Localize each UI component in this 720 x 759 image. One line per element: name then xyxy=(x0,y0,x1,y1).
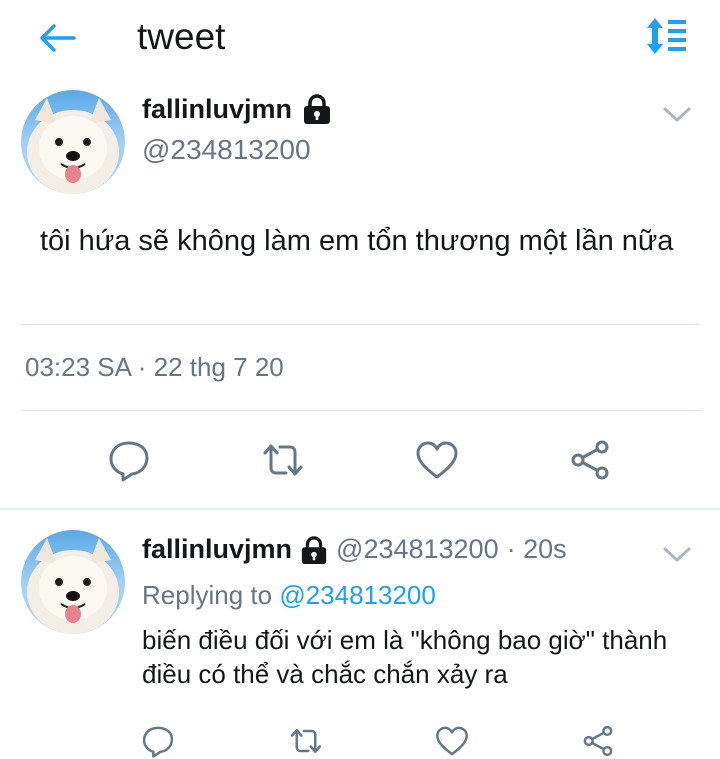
arrow-left-icon xyxy=(40,24,76,52)
handle: @234813200 xyxy=(336,534,499,564)
reply-icon xyxy=(142,726,174,758)
chevron-down-icon[interactable] xyxy=(662,104,692,124)
replying-to-line: Replying to @234813200 xyxy=(142,580,436,611)
top-app-bar: tweet xyxy=(0,0,720,80)
share-button[interactable] xyxy=(565,435,615,485)
divider xyxy=(21,410,700,411)
retweet-button[interactable] xyxy=(281,716,331,759)
replying-to-label: Replying to xyxy=(142,580,273,610)
like-button[interactable] xyxy=(412,435,462,485)
retweet-icon xyxy=(290,728,322,754)
display-name[interactable]: fallinluvjmn xyxy=(142,534,292,565)
author-row: fallinluvjmn xyxy=(142,93,332,125)
retweet-icon xyxy=(263,444,303,476)
back-button[interactable] xyxy=(36,20,78,56)
page-title: tweet xyxy=(137,16,226,57)
display-name[interactable]: fallinluvjmn xyxy=(142,94,292,125)
share-button[interactable] xyxy=(573,716,623,759)
samoyed-dog-avatar xyxy=(21,90,125,194)
reply-button[interactable] xyxy=(104,435,154,485)
reply-button[interactable] xyxy=(133,716,183,759)
heart-icon xyxy=(436,726,468,756)
tweet-text: biến điều đối với em là "không bao giờ" … xyxy=(142,625,668,689)
sort-button[interactable] xyxy=(644,16,690,56)
reply-author-row: fallinluvjmn @234813200 · 20s xyxy=(142,534,567,565)
tweet-timestamp: 03:23 SA · 22 thg 7 20 xyxy=(25,352,284,382)
share-icon xyxy=(571,440,609,480)
sort-lines-icon xyxy=(647,18,686,54)
avatar[interactable] xyxy=(21,90,125,194)
heart-icon xyxy=(416,441,458,479)
share-icon xyxy=(583,725,613,757)
lock-icon xyxy=(304,94,331,124)
divider xyxy=(21,324,700,325)
mention-link[interactable]: @234813200 xyxy=(279,580,436,610)
avatar[interactable] xyxy=(21,530,125,634)
handle: @234813200 xyxy=(142,134,311,165)
samoyed-dog-avatar xyxy=(21,530,125,634)
lock-icon xyxy=(301,535,327,564)
like-button[interactable] xyxy=(427,716,477,759)
reply-icon xyxy=(109,441,149,482)
chevron-down-icon[interactable] xyxy=(662,544,692,564)
retweet-button[interactable] xyxy=(258,435,308,485)
section-divider xyxy=(0,508,720,510)
time-ago: · 20s xyxy=(506,534,567,564)
tweet-text: tôi hứa sẽ không làm em tổn thương một l… xyxy=(40,225,674,257)
